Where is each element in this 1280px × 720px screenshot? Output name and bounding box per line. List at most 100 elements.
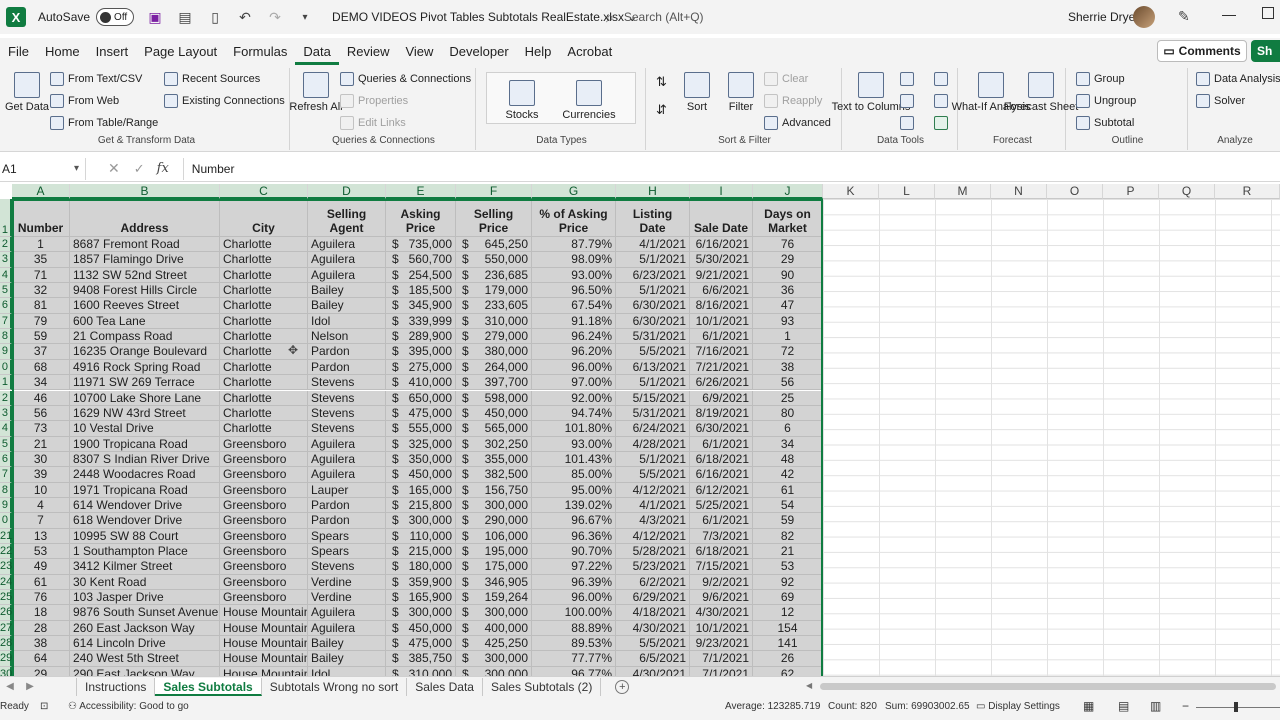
- header-cell[interactable]: Selling Agent: [308, 199, 386, 237]
- table-cell[interactable]: 68: [12, 359, 70, 376]
- table-cell[interactable]: $385,750: [386, 651, 456, 667]
- table-cell[interactable]: 96.50%: [532, 283, 616, 299]
- table-cell[interactable]: 4/3/2021: [616, 513, 690, 529]
- table-cell[interactable]: 21: [12, 436, 70, 452]
- table-cell[interactable]: $106,000: [456, 528, 532, 544]
- table-cell[interactable]: 96.00%: [532, 590, 616, 606]
- table-cell[interactable]: $289,900: [386, 329, 456, 345]
- header-cell[interactable]: Selling Price: [456, 199, 532, 237]
- row-header[interactable]: 0: [0, 513, 12, 529]
- table-cell[interactable]: 2448 Woodacres Road: [70, 467, 220, 483]
- table-cell[interactable]: 71: [12, 267, 70, 284]
- next-sheet-icon[interactable]: ▶: [20, 681, 40, 692]
- table-cell[interactable]: 12: [753, 605, 823, 621]
- table-cell[interactable]: Charlotte: [220, 405, 308, 422]
- header-cell[interactable]: Asking Price: [386, 199, 456, 237]
- column-header[interactable]: O: [1047, 184, 1103, 199]
- table-cell[interactable]: 6/2/2021: [616, 574, 690, 591]
- table-cell[interactable]: 101.43%: [532, 451, 616, 468]
- table-cell[interactable]: 260 East Jackson Way: [70, 620, 220, 637]
- table-cell[interactable]: Pardon: [308, 344, 386, 360]
- table-cell[interactable]: 100.00%: [532, 605, 616, 621]
- table-cell[interactable]: 96.67%: [532, 513, 616, 529]
- table-cell[interactable]: $397,700: [456, 375, 532, 391]
- table-cell[interactable]: 59: [12, 329, 70, 345]
- table-cell[interactable]: 56: [753, 375, 823, 391]
- table-cell[interactable]: 5/1/2021: [616, 375, 690, 391]
- row-header[interactable]: 6: [0, 451, 12, 468]
- table-cell[interactable]: 48: [753, 451, 823, 468]
- table-cell[interactable]: 10995 SW 88 Court: [70, 528, 220, 544]
- enter-icon[interactable]: ✓: [134, 161, 145, 177]
- table-cell[interactable]: Charlotte: [220, 359, 308, 376]
- sheet-tab-sales-data[interactable]: Sales Data: [407, 677, 483, 696]
- row-header[interactable]: 26: [0, 605, 12, 621]
- table-cell[interactable]: $345,900: [386, 298, 456, 314]
- row-header[interactable]: 8: [0, 329, 12, 345]
- tab-insert[interactable]: Insert: [88, 39, 137, 65]
- table-cell[interactable]: 13: [12, 528, 70, 544]
- row-header[interactable]: 2: [0, 237, 12, 253]
- table-cell[interactable]: 4/12/2021: [616, 482, 690, 498]
- table-cell[interactable]: 6/1/2021: [690, 329, 753, 345]
- zoom-thumb[interactable]: [1234, 702, 1238, 712]
- table-cell[interactable]: 96.24%: [532, 329, 616, 345]
- row-header[interactable]: 1: [0, 375, 12, 391]
- page-break-view-icon[interactable]: ▥: [1150, 699, 1161, 713]
- zoom-slider[interactable]: [1196, 707, 1280, 708]
- table-cell[interactable]: 4/30/2021: [616, 620, 690, 637]
- table-cell[interactable]: Charlotte: [220, 298, 308, 314]
- tab-data[interactable]: Data: [295, 39, 339, 65]
- table-cell[interactable]: Bailey: [308, 636, 386, 652]
- table-cell[interactable]: $359,900: [386, 574, 456, 591]
- formula-input[interactable]: Number: [182, 157, 1280, 180]
- table-cell[interactable]: 5/31/2021: [616, 329, 690, 345]
- table-cell[interactable]: 77.77%: [532, 651, 616, 667]
- table-cell[interactable]: 7/21/2021: [690, 359, 753, 376]
- table-cell[interactable]: 29: [753, 252, 823, 268]
- table-cell[interactable]: Bailey: [308, 651, 386, 667]
- table-cell[interactable]: $339,999: [386, 313, 456, 330]
- table-cell[interactable]: Greensboro: [220, 497, 308, 514]
- page-layout-view-icon[interactable]: ▤: [1118, 699, 1129, 713]
- ungroup-button[interactable]: Ungroup: [1076, 94, 1136, 108]
- table-cell[interactable]: 81: [12, 298, 70, 314]
- column-header[interactable]: R: [1215, 184, 1280, 199]
- table-cell[interactable]: $302,250: [456, 436, 532, 452]
- tab-page-layout[interactable]: Page Layout: [136, 39, 225, 65]
- table-cell[interactable]: 82: [753, 528, 823, 544]
- column-header[interactable]: A: [12, 184, 70, 199]
- table-cell[interactable]: 79: [12, 313, 70, 330]
- table-cell[interactable]: House Mountain: [220, 605, 308, 621]
- table-cell[interactable]: 618 Wendover Drive: [70, 513, 220, 529]
- tab-view[interactable]: View: [397, 39, 441, 65]
- table-cell[interactable]: 6: [753, 421, 823, 437]
- table-cell[interactable]: 7/15/2021: [690, 559, 753, 575]
- table-cell[interactable]: 103 Jasper Drive: [70, 590, 220, 606]
- insert-function-icon[interactable]: fx: [157, 161, 169, 176]
- pen-icon[interactable]: ✎: [1178, 8, 1190, 25]
- table-cell[interactable]: $475,000: [386, 405, 456, 422]
- table-cell[interactable]: 80: [753, 405, 823, 422]
- tab-home[interactable]: Home: [37, 39, 88, 65]
- table-cell[interactable]: 8307 S Indian River Drive: [70, 451, 220, 468]
- table-cell[interactable]: 6/5/2021: [616, 651, 690, 667]
- table-cell[interactable]: $254,500: [386, 267, 456, 284]
- user-name[interactable]: Sherrie Drye: [1068, 10, 1135, 24]
- customize-qat-icon[interactable]: ▾: [296, 12, 314, 23]
- table-cell[interactable]: 46: [12, 390, 70, 406]
- table-cell[interactable]: 4/30/2021: [690, 605, 753, 621]
- column-header[interactable]: K: [823, 184, 879, 199]
- table-cell[interactable]: 93.00%: [532, 436, 616, 452]
- table-cell[interactable]: 7/1/2021: [690, 666, 753, 676]
- row-header[interactable]: 21: [0, 528, 12, 544]
- row-header[interactable]: 29: [0, 651, 12, 667]
- table-cell[interactable]: Charlotte: [220, 252, 308, 268]
- table-cell[interactable]: 26: [753, 651, 823, 667]
- table-cell[interactable]: House Mountain: [220, 636, 308, 652]
- table-cell[interactable]: $180,000: [386, 559, 456, 575]
- table-cell[interactable]: 9/21/2021: [690, 267, 753, 284]
- row-header[interactable]: 4: [0, 421, 12, 437]
- row-header[interactable]: 22: [0, 544, 12, 560]
- table-cell[interactable]: $233,605: [456, 298, 532, 314]
